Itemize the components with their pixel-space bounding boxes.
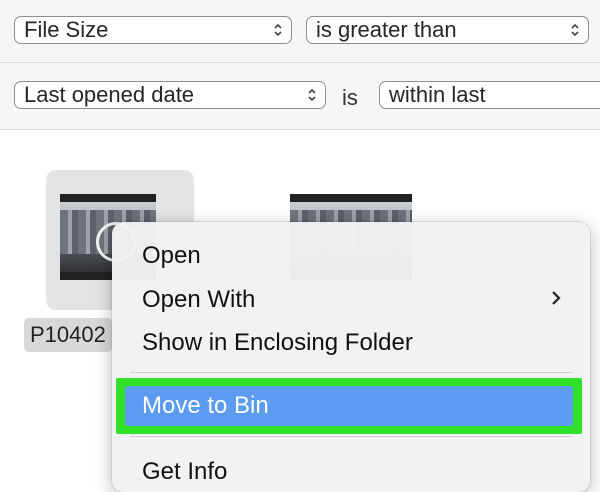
attribute-popup-1-label: File Size [24,17,109,42]
menu-item-move-to-bin[interactable]: Move to Bin [125,386,573,426]
operator-popup-2-label: within last [389,82,486,107]
up-down-chevron-icon [571,23,579,37]
operator-popup-2[interactable]: within last [379,81,600,109]
attribute-popup-2-label: Last opened date [24,82,195,107]
menu-separator [130,372,572,373]
search-rule-row-2: Last opened date within last [0,63,600,130]
menu-item-open[interactable]: Open [142,242,201,270]
up-down-chevron-icon [308,88,316,102]
menu-item-open-with[interactable]: Open With [142,286,255,314]
search-rule-row-1: File Size is greater than [0,0,600,63]
menu-item-get-info[interactable]: Get Info [142,458,227,486]
menu-item-show-in-enclosing-folder[interactable]: Show in Enclosing Folder [142,329,413,357]
attribute-popup-2[interactable]: Last opened date [14,81,326,109]
rule-connector-label: is [342,85,358,110]
menu-separator [130,436,572,437]
up-down-chevron-icon [274,23,282,37]
chevron-right-icon [552,291,561,305]
context-menu: Open Open With Show in Enclosing Folder … [112,222,590,492]
attribute-popup-1[interactable]: File Size [14,16,292,44]
operator-popup-1[interactable]: is greater than [306,16,589,44]
file-name-label[interactable]: P10402 [24,318,112,352]
menu-item-move-to-bin-label: Move to Bin [142,392,269,419]
operator-popup-1-label: is greater than [316,17,457,42]
